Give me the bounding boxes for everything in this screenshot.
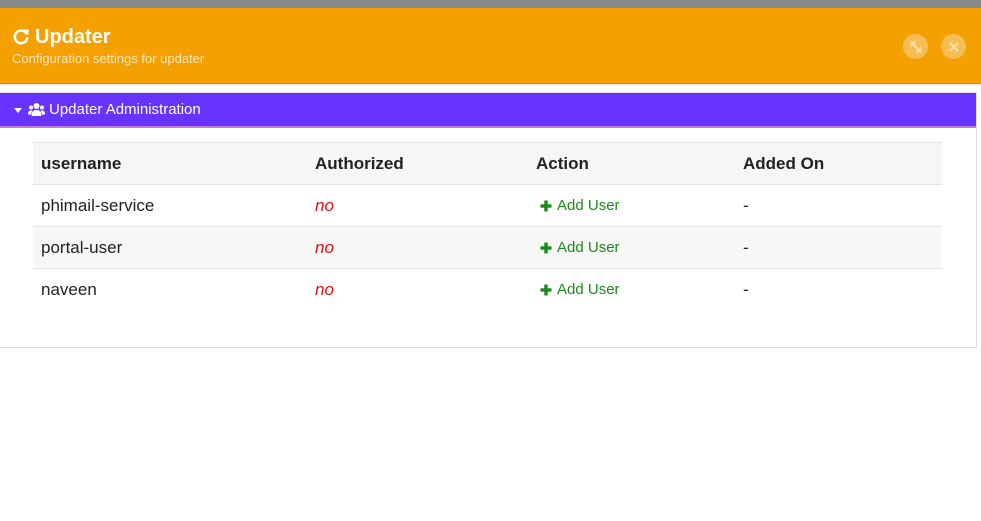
column-header-authorized: Authorized [307,142,528,185]
action-cell: Add User [528,184,735,227]
column-header-added-on: Added On [735,142,942,185]
users-icon [28,103,45,116]
users-table: username Authorized Action Added On phim… [33,142,942,310]
authorized-cell: no [307,184,528,227]
page-subtitle: Configuration settings for updater [12,51,205,66]
action-cell: Add User [528,269,735,310]
add-user-label: Add User [557,197,620,214]
close-icon [948,41,959,52]
add-user-button[interactable]: Add User [536,227,628,268]
added-on-cell: - [735,226,942,269]
app-header: Updater Configuration settings for updat… [0,8,981,84]
plus-icon [540,242,552,253]
added-on-cell: - [743,279,749,299]
column-header-action: Action [528,142,735,185]
username-cell: portal-user [33,226,307,269]
action-cell: Add User [528,226,735,269]
add-user-button[interactable]: Add User [536,269,628,310]
authorized-cell: no [315,279,334,299]
refresh-icon [13,29,29,45]
add-user-button[interactable]: Add User [536,185,628,226]
username-cell: naveen [41,279,97,299]
plus-icon [540,200,552,211]
column-header-username: username [33,142,307,185]
table-row: phimail-service no Add User - [33,184,942,227]
add-user-label: Add User [557,281,620,298]
page-title: Updater [12,25,111,49]
updater-administration-panel: Updater Administration username Authoriz… [0,92,977,348]
page-title-text: Updater [35,25,111,48]
expand-icon [910,41,921,52]
table-header-row: username Authorized Action Added On [33,142,942,185]
top-strip [0,0,981,8]
username-cell: phimail-service [33,184,307,227]
caret-down-icon [14,107,22,113]
table-row: naveen no Add User - [33,269,942,310]
added-on-cell: - [735,184,942,227]
add-user-label: Add User [557,239,620,256]
panel-header[interactable]: Updater Administration [0,93,976,128]
panel-title: Updater Administration [49,101,201,118]
plus-icon [540,284,552,295]
authorized-cell: no [307,226,528,269]
table-row: portal-user no Add User - [33,226,942,269]
close-button[interactable] [941,34,966,59]
expand-button[interactable] [903,34,928,59]
